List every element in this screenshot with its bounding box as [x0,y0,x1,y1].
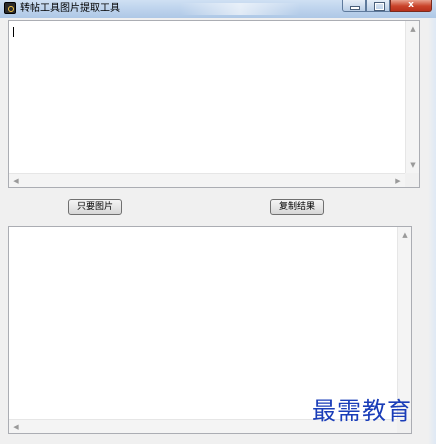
title-bar[interactable]: 转帖工具图片提取工具 x [0,0,436,18]
scroll-left-arrow-icon[interactable]: ◀ [11,177,21,185]
text-caret [13,27,14,37]
input-textarea[interactable]: ▲ ▼ ◀ ▶ [8,20,420,188]
scroll-right-arrow-icon[interactable]: ▶ [393,177,403,185]
scroll-up-arrow-icon[interactable]: ▲ [398,231,412,239]
watermark-text: 最需教育 [312,397,412,425]
scroll-left-arrow-icon[interactable]: ◀ [11,423,21,431]
only-images-button[interactable]: 只要图片 [68,199,122,215]
title-bar-glare [180,3,300,15]
scroll-up-arrow-icon[interactable]: ▲ [406,25,420,33]
minimize-icon[interactable] [342,0,366,12]
input-vertical-scrollbar[interactable]: ▲ ▼ [405,21,419,173]
maximize-icon[interactable] [366,0,390,12]
app-icon[interactable] [4,2,16,14]
input-horizontal-scrollbar[interactable]: ◀ ▶ [9,173,405,187]
copy-result-button[interactable]: 复制结果 [270,199,324,215]
scroll-down-arrow-icon[interactable]: ▼ [406,161,420,169]
app-window: 转帖工具图片提取工具 x ▲ ▼ ◀ ▶ 只要图片 复制结果 ▲ ◀ 最需教育 [0,0,436,444]
close-icon[interactable]: x [390,0,432,12]
window-controls: x [342,0,432,13]
window-title: 转帖工具图片提取工具 [20,3,120,14]
scrollbar-corner [405,173,419,187]
output-vertical-scrollbar[interactable]: ▲ [397,227,411,419]
window-right-border [428,18,436,444]
